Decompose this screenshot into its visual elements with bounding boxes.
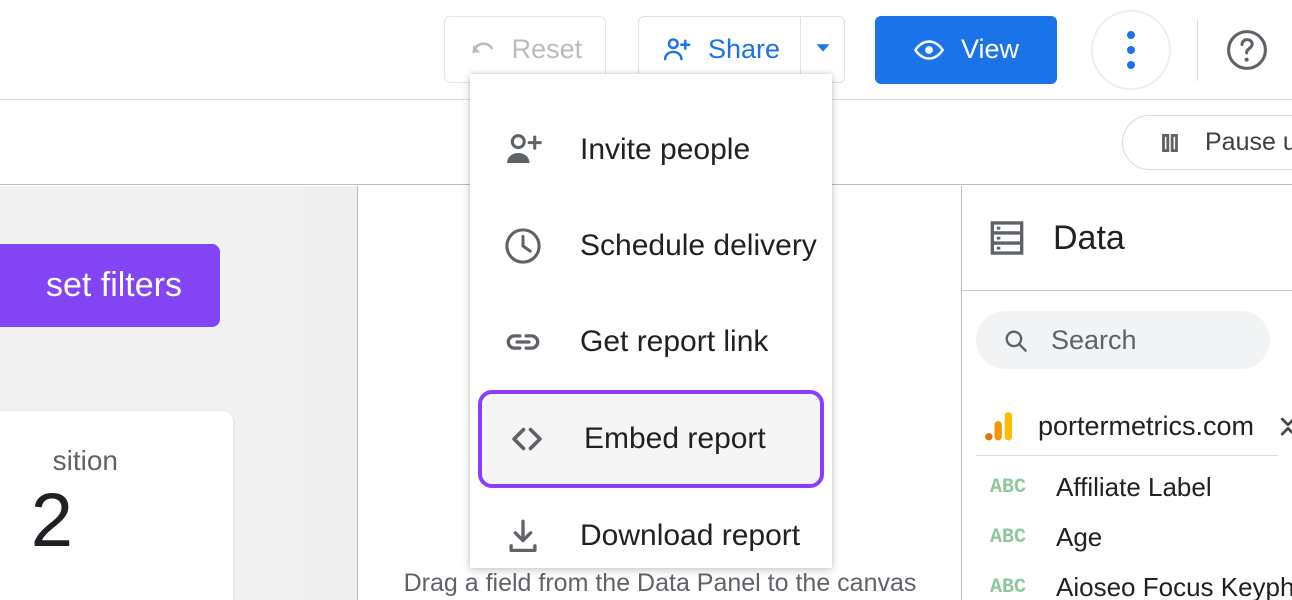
more-vertical-icon-dot-3 (1127, 60, 1135, 69)
help-circle-icon (1224, 27, 1270, 73)
menu-item-label: Schedule delivery (580, 229, 817, 262)
undo-icon (468, 35, 498, 65)
link-icon (502, 321, 580, 363)
caret-down-icon (812, 36, 834, 63)
toolbar-divider (1197, 18, 1198, 81)
reset-button-label: Reset (511, 34, 583, 64)
menu-item-invite-people[interactable]: Invite people (470, 102, 832, 198)
list-item[interactable]: ABC Affiliate Label (976, 462, 1278, 512)
pause-icon (1157, 130, 1183, 156)
view-button[interactable]: View (875, 15, 1057, 84)
scorecard-label: sition (52, 445, 118, 476)
data-panel-header: Data (962, 186, 1292, 291)
scorecard-value: 2 (30, 478, 73, 563)
field-name: Age (1056, 521, 1103, 552)
data-panel-search-wrap: Search (962, 291, 1292, 369)
eye-icon (913, 34, 945, 66)
unfold-less-icon[interactable] (1274, 412, 1292, 440)
text-type-icon: ABC (990, 525, 1027, 549)
text-type-icon: ABC (990, 575, 1027, 599)
search-input-placeholder: Search (1051, 324, 1137, 355)
list-item[interactable]: ABC Aioseo Focus Keyphr… (976, 562, 1292, 600)
data-source-row[interactable]: portermetrics.com (962, 397, 1292, 455)
menu-item-embed-report[interactable]: Embed report (478, 390, 824, 488)
more-vertical-icon-dot-1 (1127, 30, 1135, 39)
menu-item-download-report[interactable]: Download report (470, 488, 832, 584)
list-item[interactable]: ABC Age (976, 512, 1278, 562)
clock-icon (502, 225, 580, 267)
search-icon (1002, 327, 1029, 354)
reset-button[interactable]: Reset (443, 16, 606, 83)
person-add-icon (502, 129, 580, 171)
more-options-button[interactable] (1091, 9, 1171, 90)
view-button-label: View (960, 34, 1020, 64)
share-dropdown-menu: Invite people Schedule delivery Get repo… (470, 74, 832, 568)
field-name: Affiliate Label (1056, 471, 1212, 502)
menu-item-label: Download report (580, 519, 801, 552)
share-button-label: Share (707, 34, 780, 64)
share-button-group: Share (637, 16, 845, 83)
reset-filters-button[interactable]: set filters (0, 244, 220, 327)
data-panel: Data Search portermetrics.com ABC Affili… (961, 186, 1292, 600)
field-name: Aioseo Focus Keyphr… (1056, 571, 1292, 600)
share-dropdown-toggle[interactable] (800, 17, 844, 82)
reset-filters-label: set filters (45, 266, 182, 304)
download-icon (502, 515, 580, 557)
google-analytics-icon (984, 409, 1018, 443)
person-add-icon (661, 34, 692, 65)
scorecard-widget[interactable]: sition 2 (0, 411, 233, 600)
share-button[interactable]: Share (639, 17, 800, 82)
help-button[interactable] (1224, 27, 1270, 73)
data-field-list: ABC Affiliate Label ABC Age ABC Aioseo F… (976, 455, 1292, 600)
search-input[interactable]: Search (976, 311, 1270, 369)
canvas-gutter (305, 186, 358, 600)
report-canvas-left-overflow: set filters sition 2 (0, 186, 305, 600)
menu-item-get-report-link[interactable]: Get report link (470, 294, 832, 390)
data-source-name: portermetrics.com (1038, 410, 1255, 441)
menu-item-schedule-delivery[interactable]: Schedule delivery (470, 198, 832, 294)
menu-item-label: Embed report (584, 422, 766, 455)
pause-updates-label: Pause up (1205, 128, 1292, 156)
code-brackets-icon (506, 418, 584, 460)
text-type-icon: ABC (990, 475, 1027, 499)
database-rows-icon (986, 217, 1028, 259)
data-panel-title: Data (1053, 218, 1125, 257)
report-editor-window: Reset Share View Pause u set filters sit… (0, 0, 1292, 600)
menu-item-label: Invite people (580, 133, 751, 166)
pause-updates-button[interactable]: Pause up (1122, 115, 1292, 170)
menu-item-label: Get report link (580, 325, 769, 358)
more-vertical-icon-dot-2 (1127, 45, 1135, 54)
